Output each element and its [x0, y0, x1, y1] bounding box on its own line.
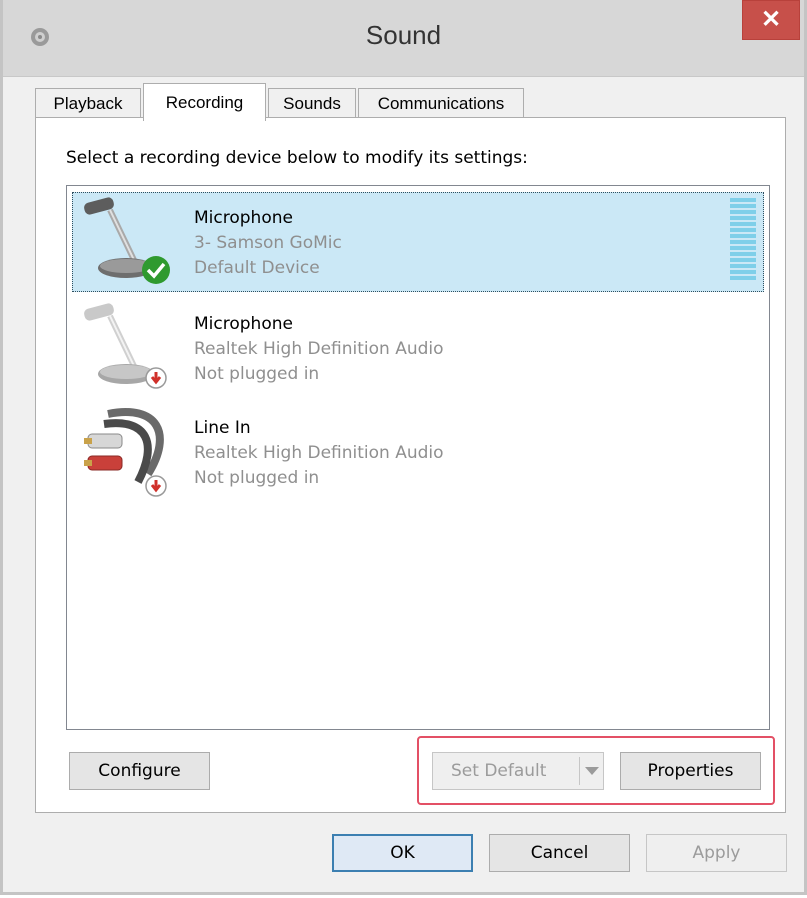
close-button[interactable]: ✕	[742, 0, 800, 40]
chevron-down-icon[interactable]	[585, 767, 599, 775]
cancel-button[interactable]: Cancel	[489, 834, 630, 872]
line-in-cable-icon	[84, 408, 167, 497]
device-driver: Realtek High Definition Audio	[194, 339, 444, 359]
tab-sounds[interactable]: Sounds	[268, 88, 356, 118]
device-name: Microphone	[194, 208, 293, 228]
device-name: Microphone	[194, 314, 293, 334]
tab-playback[interactable]: Playback	[35, 88, 141, 118]
instruction-text: Select a recording device below to modif…	[66, 148, 528, 168]
apply-button[interactable]: Apply	[646, 834, 787, 872]
device-status: Not plugged in	[194, 364, 320, 384]
device-item-realtek-microphone[interactable]: Microphone Realtek High Definition Audio…	[72, 298, 764, 398]
device-item-samson-microphone[interactable]: Microphone 3- Samson GoMic Default Devic…	[72, 192, 764, 292]
device-text: Microphone 3- Samson GoMic Default Devic…	[194, 206, 342, 281]
device-list[interactable]: Microphone 3- Samson GoMic Default Devic…	[66, 185, 770, 730]
close-icon: ✕	[760, 6, 782, 33]
device-status: Not plugged in	[194, 468, 320, 488]
device-text: Microphone Realtek High Definition Audio…	[194, 312, 444, 387]
tab-recording[interactable]: Recording	[143, 83, 266, 121]
level-meter	[730, 198, 756, 282]
set-default-label: Set Default	[451, 761, 547, 781]
title-bar[interactable]: Sound ✕	[3, 0, 804, 77]
microphone-icon	[84, 303, 167, 389]
set-default-button[interactable]: Set Default	[432, 752, 604, 790]
microphone-icon	[84, 197, 170, 284]
device-item-line-in[interactable]: Line In Realtek High Definition Audio No…	[72, 402, 764, 502]
device-name: Line In	[194, 418, 251, 438]
configure-button[interactable]: Configure	[69, 752, 210, 790]
device-driver: 3- Samson GoMic	[194, 233, 342, 253]
device-driver: Realtek High Definition Audio	[194, 443, 444, 463]
default-check-icon	[142, 256, 170, 284]
split-separator	[579, 757, 580, 785]
device-text: Line In Realtek High Definition Audio No…	[194, 416, 444, 491]
ok-button[interactable]: OK	[332, 834, 473, 872]
device-status: Default Device	[194, 258, 320, 278]
window-title: Sound	[365, 20, 442, 50]
properties-button[interactable]: Properties	[620, 752, 761, 790]
tab-communications[interactable]: Communications	[358, 88, 524, 118]
